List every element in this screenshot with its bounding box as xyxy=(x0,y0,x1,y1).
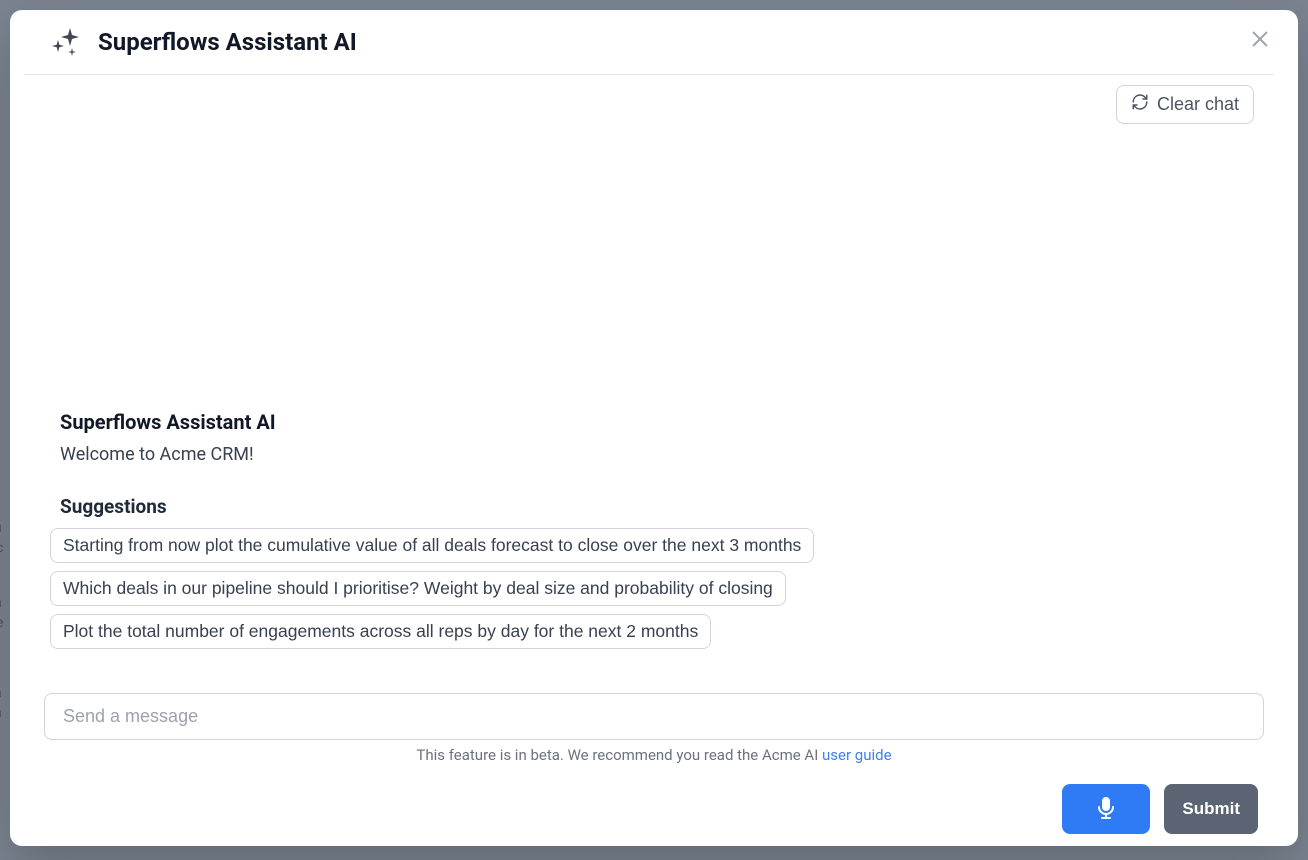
action-row: Submit xyxy=(10,784,1298,846)
modal-header: Superflows Assistant AI xyxy=(24,10,1274,75)
sparkle-icon xyxy=(48,24,84,60)
clear-chat-label: Clear chat xyxy=(1157,94,1239,115)
microphone-button[interactable] xyxy=(1062,784,1150,834)
beta-notice-text: This feature is in beta. We recommend yo… xyxy=(416,746,822,764)
input-area: This feature is in beta. We recommend yo… xyxy=(10,693,1298,784)
suggestions-heading: Suggestions xyxy=(60,495,1258,518)
clear-chat-button[interactable]: Clear chat xyxy=(1116,85,1254,124)
toolbar: Clear chat xyxy=(10,75,1298,124)
modal-title: Superflows Assistant AI xyxy=(98,28,357,56)
close-button[interactable] xyxy=(1246,26,1274,54)
suggestion-chip[interactable]: Plot the total number of engagements acr… xyxy=(50,614,711,649)
microphone-icon xyxy=(1094,796,1118,823)
submit-button[interactable]: Submit xyxy=(1164,784,1258,834)
chat-content-area: Superflows Assistant AI Welcome to Acme … xyxy=(10,124,1298,693)
suggestion-chip[interactable]: Starting from now plot the cumulative va… xyxy=(50,528,814,563)
assistant-name-heading: Superflows Assistant AI xyxy=(60,410,1258,434)
suggestion-chip[interactable]: Which deals in our pipeline should I pri… xyxy=(50,571,786,606)
refresh-icon xyxy=(1131,93,1149,116)
close-icon xyxy=(1249,28,1271,53)
user-guide-link[interactable]: user guide xyxy=(822,746,892,764)
message-input[interactable] xyxy=(44,693,1264,740)
assistant-modal: Superflows Assistant AI Clear chat xyxy=(10,10,1298,846)
welcome-message: Welcome to Acme CRM! xyxy=(60,444,1258,465)
beta-notice: This feature is in beta. We recommend yo… xyxy=(44,740,1264,772)
suggestions-list: Starting from now plot the cumulative va… xyxy=(50,528,1258,657)
